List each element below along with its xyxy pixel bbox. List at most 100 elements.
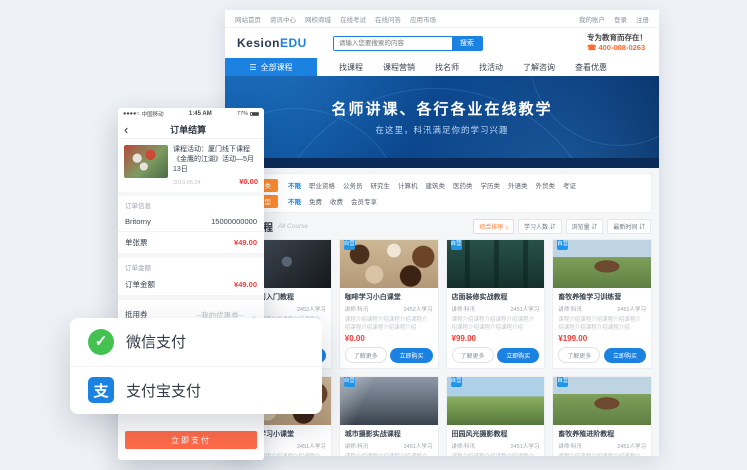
course-title[interactable]: 畜牧养殖学习训练营: [558, 292, 646, 302]
buy-button[interactable]: 立即购买: [604, 348, 646, 363]
phone-page-title: 订单结算: [128, 123, 248, 136]
course-badge: 自营: [451, 377, 462, 387]
course-students: 2451人学习: [297, 442, 326, 450]
product-date: 2019.05.24: [173, 180, 201, 186]
utility-link-shop[interactable]: 网校商城: [305, 14, 331, 24]
filter-option[interactable]: 外贸类: [536, 180, 556, 190]
course-badge: 自营: [344, 377, 355, 387]
hero-banner: 名师讲课、各行各业在线教学 在这里，科汛满足你的学习兴趣: [225, 76, 659, 168]
filter-option[interactable]: 考证: [563, 180, 576, 190]
header-phone: ☎ 400-008-0263: [587, 43, 647, 53]
search-input[interactable]: [334, 37, 452, 50]
filter-option[interactable]: 不限: [288, 180, 301, 190]
hero-subtitle: 在这里，科汛满足你的学习兴趣: [225, 124, 659, 136]
course-title[interactable]: 店面装修实战教程: [452, 292, 540, 302]
utility-link-account[interactable]: 我的账户: [579, 14, 605, 24]
course-card: 自营 畜牧养殖进阶教程 讲师:科汛2451人学习 课程介绍课程介绍课程介绍课程介…: [552, 376, 652, 456]
sort-newest[interactable]: 最新时间 ⇵: [607, 219, 651, 234]
battery-icon: [250, 112, 259, 117]
utility-link-register[interactable]: 注册: [636, 14, 649, 24]
hamburger-icon: ☰: [249, 63, 256, 72]
nav-item-courses[interactable]: 找课程: [339, 62, 363, 73]
filter-option[interactable]: 研究生: [371, 180, 391, 190]
site-logo[interactable]: KesionEDU: [237, 36, 307, 50]
filter-option[interactable]: 建筑类: [426, 180, 446, 190]
course-students: 2451人学习: [404, 442, 433, 450]
search-button[interactable]: 搜索: [452, 37, 482, 50]
screenshot-stage: 网站首页 资讯中心 网校商城 在线考试 在线问答 应用市场 我的账户 登录 注册…: [0, 0, 747, 470]
course-students: 2451人学习: [617, 305, 646, 313]
phone-icon: ☎: [587, 43, 596, 52]
buyer-phone: 15000000000: [211, 217, 257, 226]
course-title[interactable]: 田园风光摄影教程: [452, 429, 540, 439]
buy-button[interactable]: 立即购买: [497, 348, 539, 363]
search-bar: 搜索: [333, 36, 483, 51]
nav-item-consult[interactable]: 了解咨询: [523, 62, 555, 73]
course-teacher: 讲师:科汛: [452, 442, 476, 450]
main-navbar: ☰ 全部课程 找课程 课程营销 找名师 找活动 了解咨询 查看优惠: [225, 58, 659, 76]
filter-option[interactable]: 公务员: [343, 180, 363, 190]
course-title[interactable]: 城市摄影实战课程: [345, 429, 433, 439]
course-price: ¥0.00: [345, 334, 433, 343]
filter-option[interactable]: 医药类: [453, 180, 473, 190]
more-button[interactable]: 了解更多: [452, 347, 494, 363]
course-title[interactable]: 咖啡学习小白课堂: [345, 292, 433, 302]
course-image: 自营: [447, 377, 545, 425]
filter-option[interactable]: 职业资格: [309, 180, 335, 190]
payment-option-alipay[interactable]: 支 支付宝支付: [70, 366, 322, 415]
utility-link-home[interactable]: 网站首页: [235, 14, 261, 24]
more-button[interactable]: 了解更多: [345, 347, 387, 363]
course-price: ¥99.00: [452, 334, 540, 343]
filter-category-options: 不限 职业资格 公务员 研究生 计算机 建筑类 医药类 学历类 外语类 外贸类 …: [288, 180, 576, 190]
order-product-row[interactable]: 课程活动：厦门线下课程《金鹰的江湖》活动—5月13日 2019.05.24 ¥0…: [118, 139, 264, 192]
course-price: ¥199.00: [558, 334, 646, 343]
utility-link-qa[interactable]: 在线问答: [375, 14, 401, 24]
nav-item-teachers[interactable]: 找名师: [435, 62, 459, 73]
filter-option[interactable]: 学历类: [481, 180, 501, 190]
course-card: 自营 店面装修实战教程 讲师:科汛2451人学习 课程介绍课程介绍课程介绍课程介…: [446, 239, 546, 369]
utility-link-news[interactable]: 资讯中心: [270, 14, 296, 24]
sort-composite[interactable]: 综合排序 ↓: [473, 219, 514, 234]
filter-option[interactable]: 会员专享: [351, 196, 377, 206]
all-courses-label: 全部课程: [261, 62, 293, 73]
order-info-header: 订单信息: [118, 196, 264, 212]
header-contact: 专为教育而存在！ ☎ 400-008-0263: [587, 33, 647, 53]
course-card: 自营 田园风光摄影教程 讲师:科汛2451人学习 课程介绍课程介绍课程介绍课程介…: [446, 376, 546, 456]
battery-percent: 77%: [237, 111, 248, 117]
course-students: 2451人学习: [511, 442, 540, 450]
all-courses-button[interactable]: ☰ 全部课程: [225, 58, 317, 76]
more-button[interactable]: 了解更多: [558, 347, 600, 363]
signal-icon: ●●●●○: [123, 111, 140, 117]
alipay-icon: 支: [88, 377, 114, 403]
course-students: 2451人学习: [511, 305, 540, 313]
ticket-price: ¥49.00: [234, 238, 257, 247]
course-filter-panel: 课程分类 不限 职业资格 公务员 研究生 计算机 建筑类 医药类 学历类 外语类…: [232, 173, 652, 213]
buy-button[interactable]: 立即购买: [390, 348, 432, 363]
course-students: 2452人学习: [297, 305, 326, 313]
utility-link-login[interactable]: 登录: [614, 14, 627, 24]
filter-option[interactable]: 外语类: [508, 180, 528, 190]
phone-number: 400-008-0263: [598, 43, 645, 52]
course-title[interactable]: 畜牧养殖进阶教程: [558, 429, 646, 439]
utility-link-apps[interactable]: 应用市场: [410, 14, 436, 24]
product-price: ¥0.00: [239, 177, 258, 186]
amount-value: ¥49.00: [234, 280, 257, 289]
filter-option[interactable]: 不限: [288, 196, 301, 206]
course-card: 自营 城市摄影实战课程 讲师:科汛2451人学习 课程介绍课程介绍课程介绍课程介…: [339, 376, 439, 456]
nav-item-activities[interactable]: 找活动: [479, 62, 503, 73]
product-thumbnail: [124, 145, 168, 178]
course-image: 自营: [447, 240, 545, 288]
filter-option[interactable]: 收费: [330, 196, 343, 206]
nav-item-offers[interactable]: 查看优惠: [575, 62, 607, 73]
pay-now-button[interactable]: 立即支付: [125, 431, 257, 449]
logo-text-edu: EDU: [280, 36, 307, 50]
course-teacher: 讲师:科汛: [558, 442, 582, 450]
nav-item-marketing[interactable]: 课程营销: [383, 62, 415, 73]
payment-option-wechat[interactable]: ✓ 微信支付: [70, 318, 322, 366]
utility-link-exam[interactable]: 在线考试: [340, 14, 366, 24]
filter-option[interactable]: 计算机: [398, 180, 418, 190]
sort-students[interactable]: 学习人数 ⇵: [518, 219, 562, 234]
course-badge: 自营: [557, 240, 568, 250]
sort-views[interactable]: 浏览量 ⇵: [566, 219, 604, 234]
filter-option[interactable]: 免费: [309, 196, 322, 206]
